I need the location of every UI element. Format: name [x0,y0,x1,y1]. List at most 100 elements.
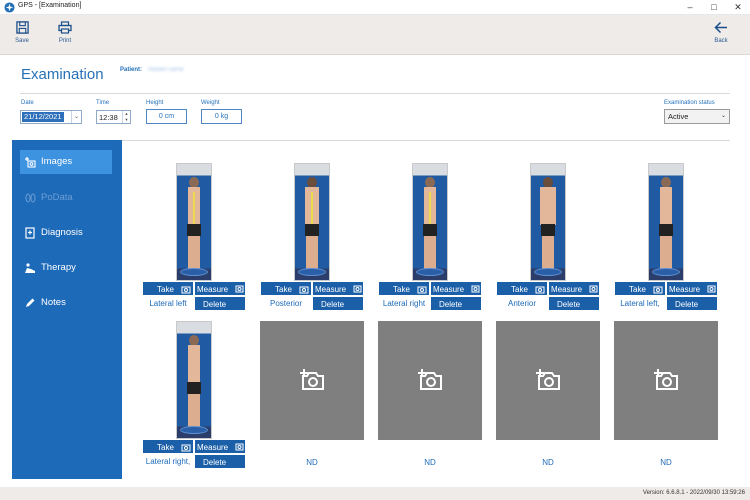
add-camera-icon [299,286,309,294]
height-label: Height [146,100,164,106]
image-label: Lateral right, [145,457,191,466]
take-photo-placeholder[interactable] [614,321,718,440]
patient-name: Hidden name [148,67,184,73]
add-camera-icon [535,286,545,294]
sidebar-item-notes[interactable]: Notes [20,291,112,315]
status-value: Active [668,112,689,121]
patient-label: Patient: [120,67,143,73]
take-button[interactable]: Take [378,281,430,296]
patient-photo[interactable] [412,163,448,281]
toolbar: Save Print Back [0,15,750,55]
version-text: Version: 6.6.8.1 - 2022/09/30 13:59:26 [642,490,745,496]
sidebar-item-label: PoData [41,192,73,203]
take-button[interactable]: Take [142,439,194,454]
save-icon [15,21,29,34]
back-button[interactable]: Back [706,21,736,44]
take-button[interactable]: Take [614,281,666,296]
image-label: Posterior [269,299,302,308]
image-label: ND [660,458,672,467]
back-label: Back [714,38,728,44]
delete-button[interactable]: Delete [194,454,246,469]
measure-button[interactable]: Measure [194,439,246,454]
chevron-down-icon[interactable]: ⌄ [71,111,81,123]
arrow-left-icon [714,21,727,34]
time-label: Time [96,100,110,106]
sidebar-item-diagnosis[interactable]: Diagnosis [20,221,112,245]
image-label: ND [306,458,318,467]
delete-button[interactable]: Delete [194,296,246,311]
delete-button[interactable]: Delete [548,296,600,311]
time-input[interactable]: 12:38 ▲ ▼ [96,110,131,124]
take-button[interactable]: Take [142,281,194,296]
sidebar-item-podata[interactable]: PoData [20,186,112,210]
add-camera-icon [653,286,663,294]
sidebar-item-label: Images [41,156,73,167]
status-label: Examination status [664,100,715,106]
add-camera-icon [654,369,678,390]
image-label: ND [542,458,554,467]
measure-button[interactable]: Measure [548,281,600,296]
print-label: Print [58,38,72,44]
page-title: Examination [21,66,104,83]
status-bar: Version: 6.6.8.1 - 2022/09/30 13:59:26 [0,487,750,500]
weight-label: Weight [201,100,220,106]
measure-button[interactable]: Measure [666,281,718,296]
sidebar: Images PoData Diagnosis Therapy Notes [12,140,122,479]
patient-photo[interactable] [176,163,212,281]
delete-button[interactable]: Delete [430,296,482,311]
take-photo-placeholder[interactable] [378,321,482,440]
save-button[interactable]: Save [7,21,37,44]
sidebar-item-label: Therapy [41,262,76,273]
clipboard-icon [25,227,35,239]
delete-button[interactable]: Delete [312,296,364,311]
window-title: GPS - [Examination] [18,2,82,9]
take-button[interactable]: Take [496,281,548,296]
print-icon [58,21,72,34]
height-input[interactable]: 0 cm [146,109,187,124]
therapy-icon [25,263,35,273]
patient-photo[interactable] [176,321,212,439]
image-label: Lateral right [382,299,426,308]
image-label: Anterior [507,299,536,308]
app-logo-icon [4,2,15,13]
close-icon[interactable]: ✕ [726,0,750,15]
date-value: 21/12/2021 [22,112,64,122]
date-picker[interactable]: 21/12/2021 ⌄ [20,110,82,124]
add-camera-icon [300,369,324,390]
add-camera-icon [181,286,191,294]
save-label: Save [15,38,29,44]
divider [20,93,730,94]
measure-icon [707,285,716,293]
take-photo-placeholder[interactable] [496,321,600,440]
time-value: 12:38 [99,113,118,122]
take-button[interactable]: Take [260,281,312,296]
image-label: Lateral left, [620,299,660,308]
sidebar-item-therapy[interactable]: Therapy [20,256,112,280]
take-photo-placeholder[interactable] [260,321,364,440]
status-select[interactable]: Active ⌄ [664,109,730,124]
patient-photo[interactable] [530,163,566,281]
maximize-icon[interactable]: □ [702,0,726,15]
measure-button[interactable]: Measure [430,281,482,296]
weight-input[interactable]: 0 kg [201,109,242,124]
print-button[interactable]: Print [50,21,80,44]
measure-button[interactable]: Measure [194,281,246,296]
add-camera-icon [418,369,442,390]
window-titlebar: GPS - [Examination] – □ ✕ [0,0,750,15]
footprint-icon [25,193,36,203]
measure-icon [353,285,362,293]
delete-button[interactable]: Delete [666,296,718,311]
spinner-icon[interactable]: ▲ ▼ [122,111,130,123]
measure-icon [235,443,244,451]
add-camera-icon [536,369,560,390]
divider [20,140,730,141]
patient-photo[interactable] [648,163,684,281]
measure-icon [471,285,480,293]
add-camera-icon [417,286,427,294]
sidebar-item-images[interactable]: Images [20,150,112,174]
measure-button[interactable]: Measure [312,281,364,296]
minimize-icon[interactable]: – [678,0,702,15]
patient-photo[interactable] [294,163,330,281]
image-label: ND [424,458,436,467]
chevron-down-icon: ⌄ [720,113,726,119]
